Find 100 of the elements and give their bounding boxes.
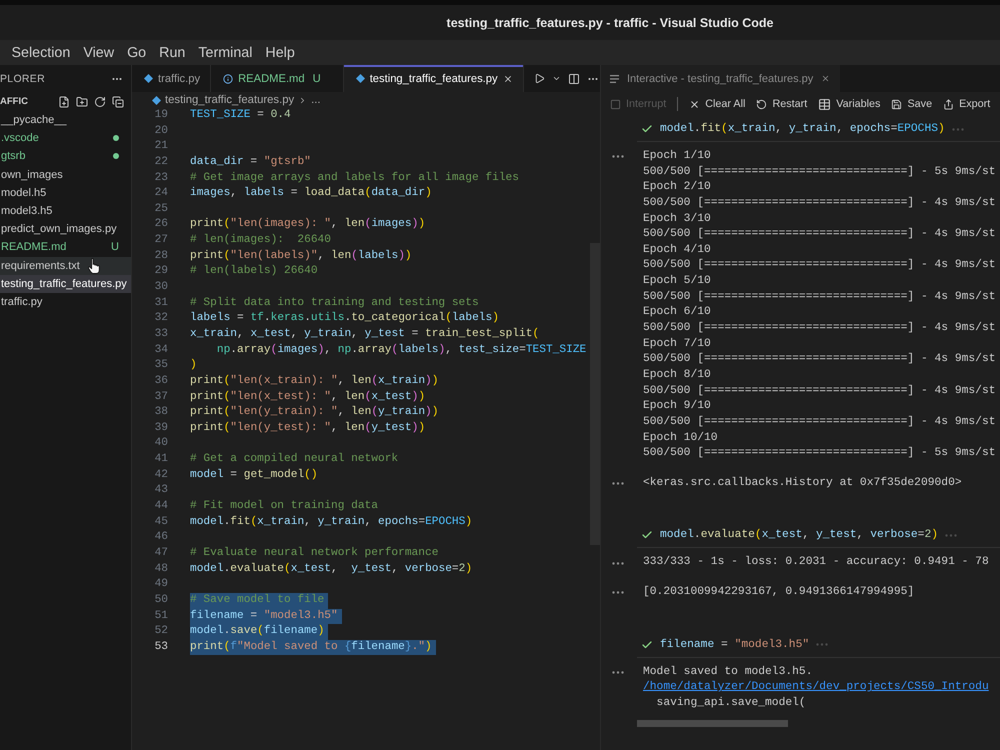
- code-line: print("len(labels)", len(labels)): [190, 248, 412, 264]
- menu-item[interactable]: Run: [152, 44, 192, 60]
- chevron-down-icon[interactable]: [552, 74, 561, 83]
- line-number: 48: [154, 562, 168, 577]
- line-number: 39: [154, 420, 168, 436]
- new-file-icon[interactable]: [58, 96, 70, 108]
- sidebar-title: PLORER: [0, 72, 45, 84]
- split-editor-icon[interactable]: [568, 72, 580, 84]
- output-line: 500/500 [==============================] - 4s 9ms/st: [643, 258, 996, 274]
- ellipsis-icon[interactable]: [612, 591, 624, 594]
- line-number: 22: [154, 154, 168, 170]
- file-link[interactable]: /home/datalyzer/Documents/dev_projects/CS50_Introdu: [643, 680, 989, 696]
- interactive-tab[interactable]: Interactive - testing_traffic_features.py: [601, 65, 840, 92]
- code-line: # len(labels) 26640: [190, 264, 318, 280]
- code-line: model.evaluate(x_test, y_test, verbose=2): [190, 562, 472, 577]
- file-item[interactable]: own_images: [0, 166, 131, 184]
- ellipsis-icon[interactable]: [612, 482, 624, 486]
- line-number: 23: [154, 170, 168, 186]
- output-line: Model saved to model3.h5.: [643, 664, 812, 680]
- scrollbar-thumb[interactable]: [637, 720, 788, 727]
- code-line: # len(images): 26640: [190, 233, 331, 248]
- output-line: 333/333 - 1s - loss: 0.2031 - accuracy: 0.9491 - 78: [643, 555, 989, 570]
- toolbar-button[interactable]: Clear All: [689, 98, 746, 110]
- new-folder-icon[interactable]: [76, 96, 88, 108]
- output-line: 500/500 [==============================] - 4s 9ms/st: [643, 290, 996, 305]
- toolbar-button[interactable]: Variables: [818, 98, 880, 110]
- file-icon: [144, 74, 153, 83]
- line-number: 40: [154, 436, 168, 452]
- breadcrumb-item[interactable]: ...: [311, 94, 321, 106]
- breadcrumb-item[interactable]: testing_traffic_features.py: [165, 94, 294, 106]
- code-line: ): [190, 358, 197, 374]
- menu-item[interactable]: Help: [258, 44, 302, 60]
- file-icon: [356, 74, 365, 83]
- line-number: 25: [154, 202, 168, 217]
- line-number: 37: [154, 390, 168, 405]
- toolbar-button[interactable]: Save: [891, 98, 932, 110]
- output-line: 500/500 [==============================] - 4s 9ms/st: [643, 414, 996, 430]
- save-icon: [891, 98, 902, 110]
- file-item[interactable]: __pycache__: [0, 111, 131, 130]
- file-item[interactable]: testing_traffic_features.py: [0, 274, 131, 293]
- ellipsis-icon[interactable]: [612, 562, 624, 565]
- output-line: [0.2031009942293167, 0.9491366147994995]: [643, 585, 914, 600]
- line-number: 41: [154, 452, 168, 468]
- menu-item[interactable]: Go: [120, 44, 153, 60]
- file-item[interactable]: gtsrb: [0, 147, 131, 166]
- code-line: images, labels = load_data(data_dir): [190, 186, 432, 202]
- line-number: 49: [154, 577, 168, 592]
- file-item[interactable]: .vscode: [0, 129, 131, 148]
- ellipsis-icon[interactable]: [612, 671, 624, 674]
- table-icon: [818, 98, 832, 110]
- list-icon: [610, 74, 619, 82]
- code-line: data_dir = "gtsrb": [190, 154, 311, 170]
- output-line: Epoch 6/10: [643, 305, 711, 320]
- collapse-all-icon[interactable]: [112, 96, 124, 108]
- code-line: print("len(y_test): ", len(y_test)): [190, 420, 426, 436]
- line-number: 50: [154, 592, 168, 608]
- file-item[interactable]: model.h5: [0, 184, 131, 202]
- git-status-label: U: [111, 241, 119, 254]
- editor-tab[interactable]: testing_traffic_features.py: [344, 65, 524, 92]
- output-line: 500/500 [==============================] - 4s 9ms/st: [643, 384, 996, 399]
- info-icon: [223, 74, 234, 84]
- square-icon: [610, 98, 621, 110]
- git-status-label: U: [312, 72, 321, 84]
- line-number: 51: [154, 608, 168, 624]
- output-line: Epoch 7/10: [643, 336, 711, 352]
- menu-item[interactable]: Terminal: [192, 44, 259, 60]
- file-item[interactable]: README.md U: [0, 238, 131, 256]
- ellipsis-icon[interactable]: [612, 155, 624, 158]
- line-number: 27: [154, 233, 168, 248]
- file-item[interactable]: requirements.txt: [0, 256, 131, 275]
- code-line: # Get a compiled neural network: [190, 452, 398, 468]
- git-status-dot: [113, 135, 119, 142]
- line-number: 52: [154, 624, 168, 640]
- file-item[interactable]: model3.h5: [0, 202, 131, 220]
- output-line: Epoch 1/10: [643, 149, 711, 164]
- output-line: Epoch 10/10: [643, 430, 718, 446]
- file-item[interactable]: predict_own_images.py: [0, 220, 131, 238]
- toolbar-button[interactable]: Restart: [756, 98, 808, 110]
- line-number: 53: [154, 640, 168, 655]
- output-line: 500/500 [==============================] - 5s 9ms/st: [643, 446, 996, 462]
- line-number: 35: [154, 358, 168, 374]
- output-line: 500/500 [==============================] - 4s 9ms/st: [643, 196, 996, 211]
- code-line: print("len(y_train): ", len(y_train)): [190, 405, 438, 420]
- cell-code: model.fit(x_train, y_train, epochs=EPOCHS): [660, 123, 945, 135]
- run-icon[interactable]: [534, 73, 545, 84]
- code-line: # Split data into training and testing sets: [190, 296, 479, 311]
- toolbar-button[interactable]: Export: [943, 98, 990, 110]
- line-number: 45: [154, 514, 168, 530]
- refresh-icon[interactable]: [94, 96, 106, 108]
- menu-item[interactable]: Selection: [5, 44, 77, 60]
- line-number: 31: [154, 296, 168, 311]
- window-title: testing_traffic_features.py - traffic - Visual Studio Code: [446, 16, 774, 30]
- file-icon: [152, 96, 161, 104]
- menu-item[interactable]: View: [76, 44, 121, 60]
- file-item[interactable]: traffic.py: [0, 292, 131, 312]
- line-number: 21: [154, 139, 168, 154]
- code-line: print("len(x_test): ", len(x_test)): [190, 390, 426, 405]
- close-icon[interactable]: [502, 74, 513, 84]
- output-line: Epoch 9/10: [643, 399, 711, 414]
- close-icon[interactable]: [821, 74, 830, 83]
